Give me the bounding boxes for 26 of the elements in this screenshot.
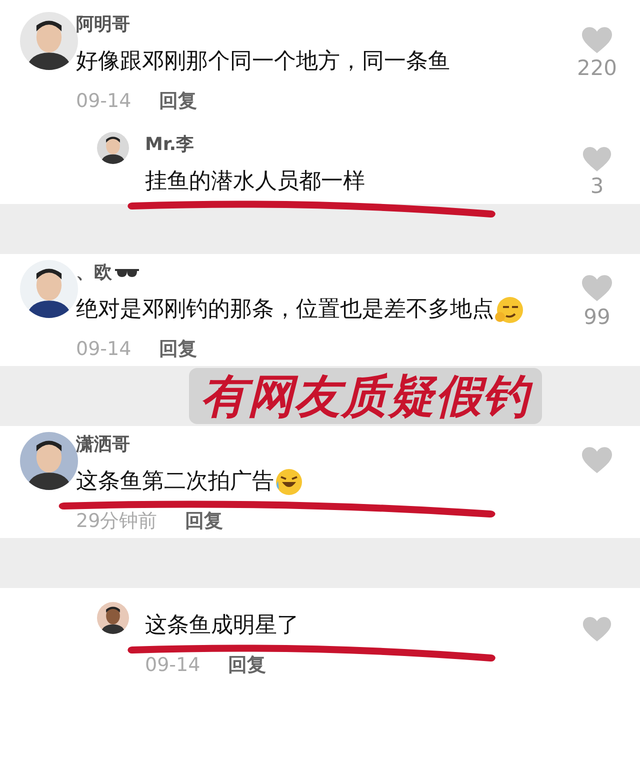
- comment-text: 好像跟邓刚那个同一个地方，同一条鱼: [76, 49, 450, 74]
- like-count: 3: [590, 173, 604, 200]
- comment-text: 挂鱼的潜水人员都一样: [145, 169, 365, 194]
- sunglasses-icon: [114, 267, 140, 280]
- emoji-icon: [494, 295, 524, 326]
- user-avatar[interactable]: [97, 602, 129, 634]
- reply-link[interactable]: 回复: [159, 336, 198, 362]
- emoji-icon: [274, 467, 304, 498]
- username[interactable]: Mr.李: [145, 132, 554, 158]
- username[interactable]: 、欧: [76, 260, 554, 286]
- comment-text: 这条鱼成明星了: [145, 613, 299, 638]
- user-avatar[interactable]: [97, 132, 129, 164]
- comment-time: 29分钟前: [76, 509, 158, 534]
- reply-link[interactable]: 回复: [159, 88, 198, 114]
- like-count: 99: [584, 304, 610, 331]
- comment-time: 09-14: [76, 89, 132, 114]
- comment-text: 绝对是邓刚钓的那条，位置也是差不多地点: [76, 297, 524, 322]
- comment-time: 09-14: [145, 653, 200, 678]
- headline-banner: 有网友质疑假钓: [188, 368, 542, 424]
- comment-text: 这条鱼第二次拍广告: [76, 469, 304, 494]
- username[interactable]: 潇洒哥: [76, 432, 554, 458]
- reply-link[interactable]: 回复: [185, 508, 224, 534]
- reply-link[interactable]: 回复: [228, 652, 266, 678]
- username[interactable]: 阿明哥: [76, 12, 554, 38]
- like-count: 220: [576, 55, 618, 82]
- comment-time: 09-14: [76, 337, 132, 362]
